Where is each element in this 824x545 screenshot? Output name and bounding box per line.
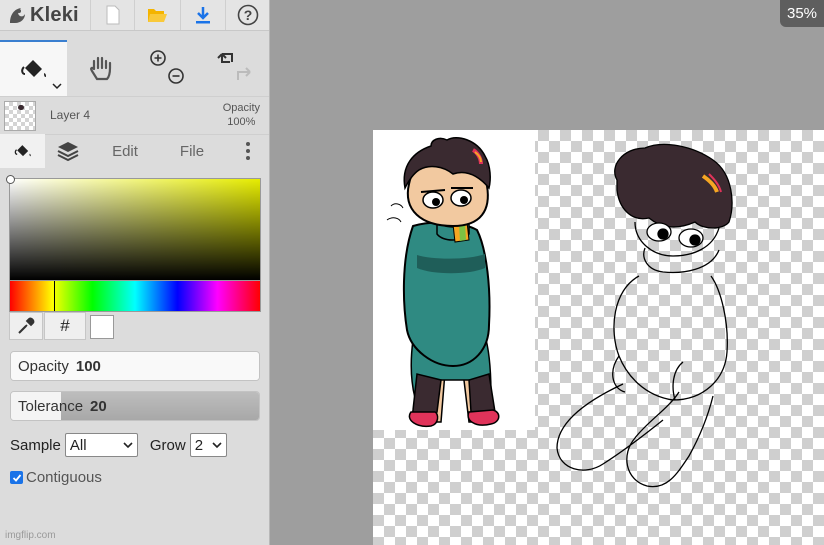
opacity-slider-label: Opacity 100 xyxy=(18,358,101,375)
more-menu-button[interactable] xyxy=(230,134,266,168)
saturation-value-picker[interactable] xyxy=(6,175,261,281)
contiguous-checkbox[interactable] xyxy=(10,471,23,484)
layer-opacity-label: Opacity xyxy=(222,102,260,114)
grow-label: Grow xyxy=(149,436,186,454)
color-tools-row: # xyxy=(9,312,259,342)
layer-opacity-value: 100% xyxy=(227,116,256,128)
chevron-down-icon xyxy=(212,442,222,449)
hex-input-button[interactable]: # xyxy=(44,312,86,340)
color-picker-handle[interactable] xyxy=(6,175,15,184)
grow-select-value: 2 xyxy=(194,436,204,454)
panel-tabs: Edit File xyxy=(0,134,269,168)
download-icon xyxy=(196,7,210,24)
sample-select-value: All xyxy=(69,436,87,454)
current-layer-row[interactable]: Layer 4 Opacity 100% xyxy=(0,96,269,135)
tab-layers[interactable] xyxy=(45,134,90,168)
fill-tool-button[interactable] xyxy=(0,40,67,96)
contiguous-option[interactable]: Contiguous xyxy=(10,469,102,486)
colored-character-drawing xyxy=(386,136,500,428)
contiguous-label: Contiguous xyxy=(26,469,102,486)
tolerance-slider-label: Tolerance 20 xyxy=(18,398,107,415)
open-folder-icon xyxy=(148,9,167,22)
app-name: Kleki xyxy=(30,3,79,26)
new-image-button[interactable] xyxy=(90,0,135,30)
hue-slider-marker[interactable] xyxy=(54,281,55,311)
fill-options-row: Sample All Grow 2 xyxy=(10,432,227,458)
current-color-swatch[interactable] xyxy=(90,315,114,339)
more-vertical-icon xyxy=(246,142,250,160)
tab-file[interactable]: File xyxy=(160,134,224,168)
hue-slider[interactable] xyxy=(9,280,261,312)
save-image-button[interactable] xyxy=(180,0,225,30)
zoom-controls-icon[interactable] xyxy=(146,46,190,90)
eyedropper-button[interactable] xyxy=(9,312,43,340)
chevron-down-icon xyxy=(123,442,133,449)
opacity-value: 100 xyxy=(75,358,101,375)
opacity-slider[interactable]: Opacity 100 xyxy=(10,351,260,381)
tab-edit[interactable]: Edit xyxy=(90,134,160,168)
grow-select[interactable]: 2 xyxy=(189,433,227,457)
tolerance-slider[interactable]: Tolerance 20 xyxy=(10,391,260,421)
new-file-icon xyxy=(106,5,120,25)
undo-redo-buttons xyxy=(201,40,269,96)
tab-brush[interactable] xyxy=(0,134,45,168)
layer-name: Layer 4 xyxy=(50,108,91,122)
undo-redo-icon[interactable] xyxy=(210,46,260,90)
open-image-button[interactable] xyxy=(134,0,179,30)
artwork xyxy=(386,136,733,488)
tool-panel: Kleki ? Layer 4 Opacity 100% Edit File #… xyxy=(0,0,270,545)
layer-opacity: Opacity 100% xyxy=(223,101,260,129)
tool-row xyxy=(0,40,269,96)
watermark: imgflip.com xyxy=(5,530,56,541)
paint-bucket-icon xyxy=(20,60,46,78)
paint-bucket-icon xyxy=(14,145,31,157)
svg-text:?: ? xyxy=(244,7,253,23)
help-button[interactable]: ? xyxy=(225,0,270,30)
hand-icon xyxy=(89,56,111,81)
lineart-character-drawing xyxy=(556,143,733,488)
app-logo[interactable]: Kleki xyxy=(6,3,79,27)
sample-select[interactable]: All xyxy=(64,433,138,457)
tolerance-label: Tolerance xyxy=(18,398,84,415)
top-toolbar: Kleki ? xyxy=(0,0,269,31)
kleki-logo-icon xyxy=(10,8,25,23)
sample-label: Sample xyxy=(10,436,61,454)
zoom-indicator: 35% xyxy=(780,0,824,27)
opacity-label: Opacity xyxy=(18,358,69,375)
layer-thumbnail xyxy=(4,101,36,131)
help-icon: ? xyxy=(237,4,259,26)
tolerance-value: 20 xyxy=(90,398,107,415)
zoom-buttons xyxy=(134,40,201,96)
layers-icon xyxy=(57,142,78,162)
hand-tool-button[interactable] xyxy=(67,40,134,96)
check-icon xyxy=(12,473,21,482)
drawing-canvas[interactable] xyxy=(373,130,824,545)
eyedropper-icon xyxy=(18,317,35,334)
chevron-down-icon[interactable] xyxy=(52,82,62,90)
